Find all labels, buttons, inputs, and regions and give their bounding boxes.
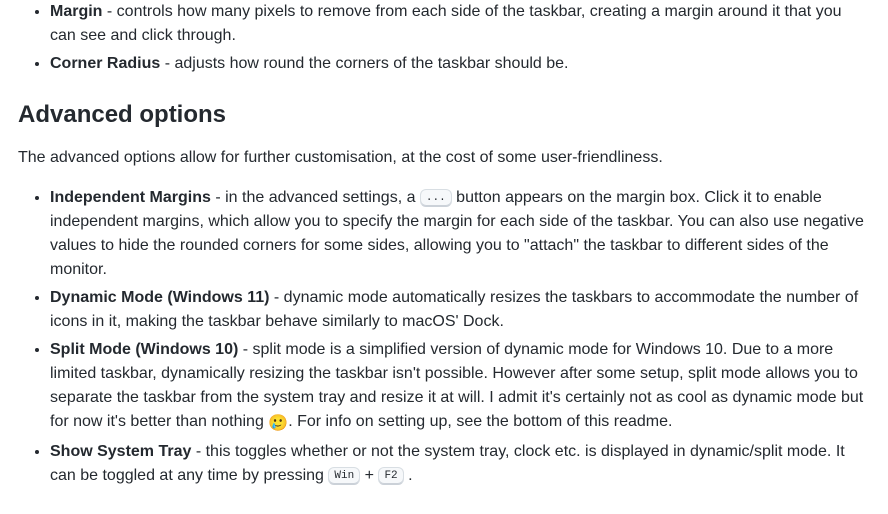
option-term: Show System Tray [50, 443, 191, 460]
list-item: Corner Radius - adjusts how round the co… [50, 52, 870, 76]
win-key: Win [328, 467, 360, 485]
plus-text: + [360, 467, 378, 484]
f2-key: F2 [378, 467, 403, 485]
advanced-options-list: Independent Margins - in the advanced se… [18, 186, 870, 488]
list-item: Show System Tray - this toggles whether … [50, 440, 870, 488]
option-term: Corner Radius [50, 55, 160, 72]
option-desc: - adjusts how round the corners of the t… [160, 55, 568, 72]
option-desc-post: . For info on setting up, see the bottom… [288, 413, 672, 430]
advanced-intro: The advanced options allow for further c… [18, 146, 870, 170]
readme-content: Margin - controls how many pixels to rem… [0, 0, 888, 514]
option-term: Dynamic Mode (Windows 11) [50, 289, 269, 306]
ellipsis-key: ... [420, 189, 452, 207]
list-item: Independent Margins - in the advanced se… [50, 186, 870, 282]
list-item: Split Mode (Windows 10) - split mode is … [50, 338, 870, 436]
advanced-options-heading: Advanced options [18, 100, 870, 130]
list-item: Margin - controls how many pixels to rem… [50, 0, 870, 48]
basic-options-list: Margin - controls how many pixels to rem… [18, 0, 870, 76]
option-term: Split Mode (Windows 10) [50, 341, 238, 358]
option-desc: - controls how many pixels to remove fro… [50, 3, 841, 44]
list-item: Dynamic Mode (Windows 11) - dynamic mode… [50, 286, 870, 334]
option-term: Margin [50, 3, 102, 20]
smile-tear-emoji: 🥲 [268, 415, 288, 432]
option-desc-tail: . [404, 467, 413, 484]
option-desc-pre: - in the advanced settings, a [211, 189, 420, 206]
option-term: Independent Margins [50, 189, 211, 206]
